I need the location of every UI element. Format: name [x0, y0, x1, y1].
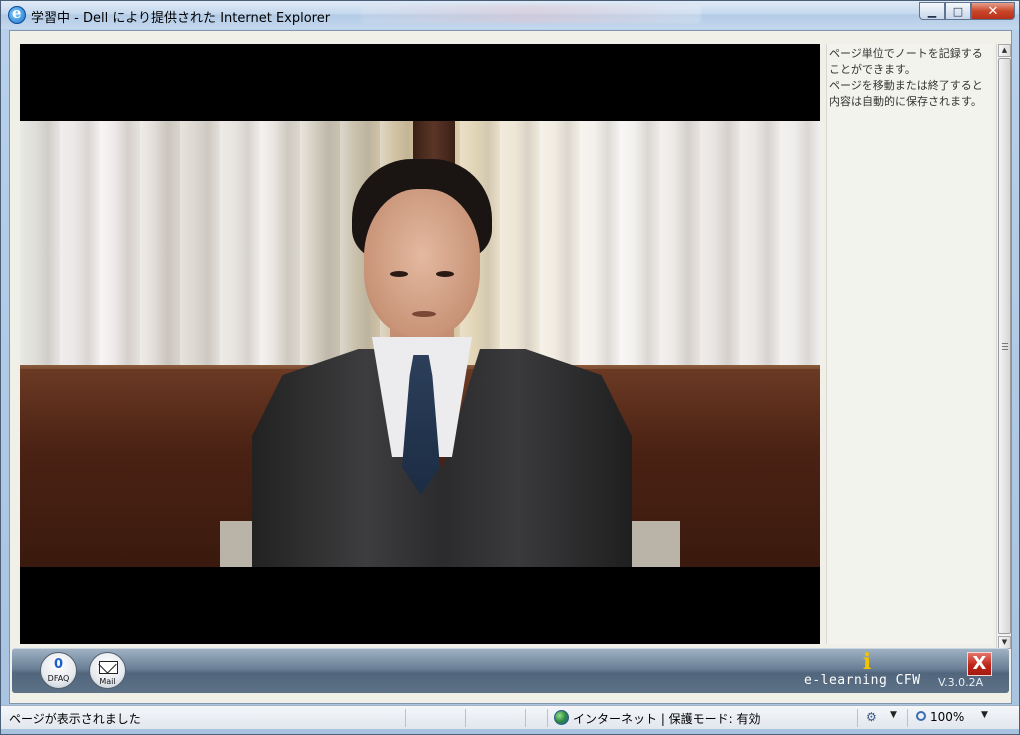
- status-divider: [857, 709, 858, 727]
- status-divider: [547, 709, 548, 727]
- exit-button[interactable]: X: [967, 652, 992, 676]
- notes-line: ページを移動または終了すると: [829, 79, 983, 92]
- status-bar: ページが表示されました インターネット | 保護モード: 有効 ⚙ ▼ 100%…: [1, 705, 1019, 729]
- window-title: 学習中 - Dell により提供された Internet Explorer: [31, 11, 331, 26]
- page-scrollbar[interactable]: ▲ ▼: [996, 44, 1011, 649]
- version-label: V.3.0.2A: [938, 676, 984, 689]
- mail-button[interactable]: Mail: [89, 652, 126, 689]
- info-icon[interactable]: i: [860, 649, 874, 675]
- notes-line: ことができます。: [829, 63, 916, 76]
- title-bar[interactable]: 学習中 - Dell により提供された Internet Explorer ▁ …: [1, 1, 1019, 29]
- status-divider: [465, 709, 466, 727]
- tools-dropdown-icon[interactable]: ▼: [890, 710, 897, 720]
- player-toolbar: 0 DFAQ Mail i e-learning CFW V.3.0.2A X: [12, 648, 1009, 693]
- status-divider: [525, 709, 526, 727]
- scroll-thumb[interactable]: [998, 58, 1011, 634]
- status-message: ページが表示されました: [9, 712, 141, 726]
- brand-name: e-learning CFW: [804, 673, 921, 688]
- presenter-eye-right: [436, 271, 454, 277]
- zoom-magnifier-icon: [916, 711, 926, 721]
- dfaq-button[interactable]: 0 DFAQ: [40, 652, 77, 689]
- status-divider: [907, 709, 908, 727]
- mail-label: Mail: [99, 677, 116, 686]
- lecture-video[interactable]: [20, 44, 820, 644]
- dfaq-label: DFAQ: [47, 674, 70, 683]
- window-controls: ▁ □ ✕: [919, 2, 1015, 22]
- blurred-taskbar-area: [361, 5, 701, 23]
- presenter: [252, 159, 632, 567]
- notes-line: 内容は自動的に保存されます。: [829, 95, 982, 108]
- notes-line: ページ単位でノートを記録する: [829, 47, 983, 60]
- internet-zone-globe-icon: [554, 710, 569, 725]
- maximize-button[interactable]: □: [945, 2, 971, 20]
- presenter-eye-left: [390, 271, 408, 277]
- security-zone[interactable]: インターネット | 保護モード: 有効: [573, 710, 761, 727]
- scroll-grip-icon: [1002, 343, 1008, 350]
- status-divider: [405, 709, 406, 727]
- zoom-dropdown-icon[interactable]: ▼: [981, 710, 988, 720]
- notes-panel[interactable]: ページ単位でノートを記録する ことができます。 ページを移動または終了すると 内…: [826, 44, 993, 644]
- close-window-button[interactable]: ✕: [971, 2, 1015, 20]
- page-content: ページ単位でノートを記録する ことができます。 ページを移動または終了すると 内…: [9, 30, 1012, 704]
- scroll-up-arrow-icon[interactable]: ▲: [998, 44, 1011, 57]
- presenter-mouth: [412, 311, 436, 317]
- mail-envelope-icon: [99, 661, 118, 674]
- browser-window: 学習中 - Dell により提供された Internet Explorer ▁ …: [0, 0, 1020, 735]
- presenter-face: [364, 189, 480, 337]
- internet-explorer-icon: [8, 4, 26, 24]
- tools-icon[interactable]: ⚙: [866, 710, 880, 724]
- video-frame: [20, 121, 820, 567]
- zoom-level[interactable]: 100%: [930, 710, 964, 724]
- minimize-button[interactable]: ▁: [919, 2, 945, 20]
- dfaq-count: 0: [53, 657, 64, 672]
